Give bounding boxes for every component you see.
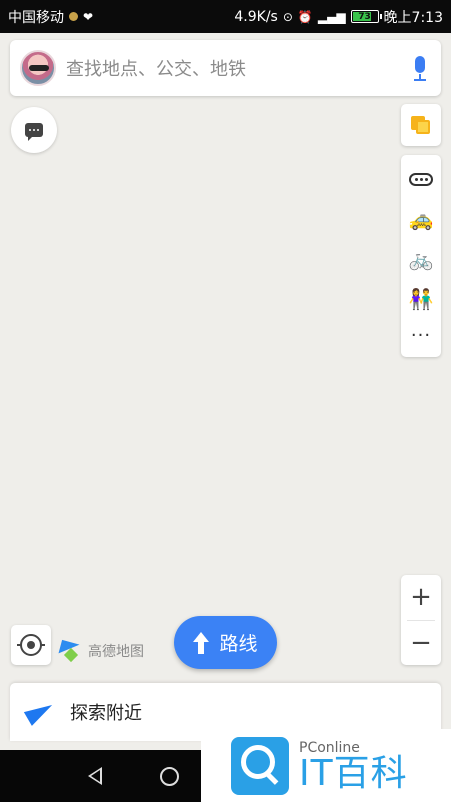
bike-icon: 🚲 [408,247,434,271]
clock: 晚上7:13 [383,9,443,26]
heart-monitor-icon: ❤ [83,9,94,24]
amap-logo-text: 高德地图 [88,644,144,660]
watermark-big: IT百科 [299,752,408,794]
status-left: 中国移动 ❤ [8,7,93,27]
route-button-label: 路线 [219,633,258,655]
crosshair-icon [17,634,45,656]
back-icon[interactable] [88,767,102,785]
carrier-label: 中国移动 [8,9,64,26]
network-speed: 4.9K/s [234,8,278,25]
walk-icon: 👫 [408,287,434,311]
microphone-icon[interactable] [409,54,431,82]
car-mode-button[interactable]: 🚕 [401,199,441,239]
signal-icon: ▂▄▆ [317,9,346,24]
route-button[interactable]: 路线 [174,616,277,669]
search-input[interactable]: 查找地点、公交、地铁 [66,55,409,81]
alarm-icon: ⏰ [297,9,313,24]
layers-icon [411,116,431,134]
more-icon: ··· [410,324,432,346]
battery-level: 73 [358,11,371,22]
explore-nearby-label: 探索附近 [70,703,142,724]
paper-plane-icon [23,698,57,726]
notification-dot-icon [69,12,78,21]
walk-mode-button[interactable]: 👫 [401,279,441,319]
zoom-controls: + − [401,575,441,665]
locate-button[interactable] [11,625,51,665]
map-layers-button[interactable] [401,104,441,146]
more-modes-button[interactable]: ··· [401,319,441,351]
watermark: PConline IT百科 [201,729,451,802]
search-bar[interactable]: 查找地点、公交、地铁 [10,40,441,96]
home-icon[interactable] [160,766,179,786]
bus-mode-button[interactable] [401,159,441,199]
amap-logo: 高德地图 [58,639,144,663]
travel-mode-panel: 🚕 🚲 👫 ··· [401,155,441,357]
route-arrow-icon [193,631,210,654]
bike-mode-button[interactable]: 🚲 [401,239,441,279]
bus-icon [409,172,433,186]
location-icon: ⊙ [282,9,293,24]
magnifier-logo-icon [231,736,289,795]
amap-logo-icon [58,639,82,663]
battery-icon: 73 [350,10,382,23]
avatar[interactable] [20,50,56,86]
zoom-out-button[interactable]: − [401,621,441,666]
zoom-in-button[interactable]: + [401,575,441,620]
status-right: 4.9K/s ⊙ ⏰ ▂▄▆ 73 晚上7:13 [234,7,443,27]
chat-bubble-icon [25,123,43,141]
car-icon: 🚕 [408,207,434,231]
watermark-text: PConline IT百科 [299,740,408,792]
message-button[interactable] [11,107,57,153]
status-bar: 中国移动 ❤ 4.9K/s ⊙ ⏰ ▂▄▆ 73 晚上7:13 [0,0,451,33]
